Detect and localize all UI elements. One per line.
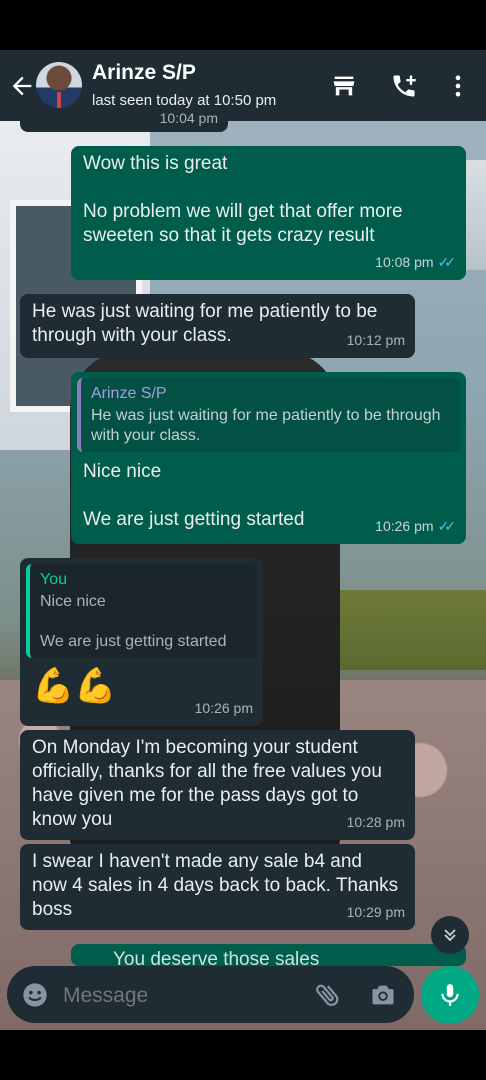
quoted-sender: You [40, 571, 67, 588]
emoji-icon[interactable] [21, 981, 49, 1009]
message-bubble-partial[interactable]: 10:04 pm [20, 108, 228, 132]
store-icon[interactable] [330, 72, 358, 100]
attach-icon[interactable] [313, 980, 343, 1010]
message-input[interactable] [61, 978, 295, 1014]
message-meta: 10:26 pm ✓✓ [375, 514, 456, 538]
chevron-double-down-icon [444, 929, 456, 942]
message-bubble-incoming[interactable]: On Monday I'm becoming your student offi… [20, 730, 415, 840]
voice-record-button[interactable] [421, 966, 479, 1024]
message-text: Nice nice [83, 461, 162, 482]
message-time: 10:04 pm [159, 110, 218, 126]
quoted-message[interactable]: You Nice nice We are just getting starte… [26, 564, 257, 658]
message-time: 10:26 pm [375, 518, 434, 534]
message-bubble-outgoing-reply[interactable]: Arinze S/P He was just waiting for me pa… [71, 372, 466, 544]
last-seen-status[interactable]: last seen today at 10:50 pm [92, 92, 276, 109]
quoted-text: He was just waiting for me patiently to … [91, 407, 441, 444]
message-bubble-incoming-reply[interactable]: You Nice nice We are just getting starte… [20, 558, 263, 726]
quoted-sender: Arinze S/P [91, 385, 167, 402]
message-composer [7, 966, 414, 1023]
message-text: You deserve those sales [113, 949, 320, 966]
message-meta: 10:08 pm ✓✓ [375, 250, 456, 274]
navigation-bar-area [0, 1030, 486, 1080]
message-time: 10:12 pm [346, 332, 405, 348]
message-bubble-incoming[interactable]: He was just waiting for me patiently to … [20, 294, 415, 358]
contact-name[interactable]: Arinze S/P [92, 61, 196, 85]
quoted-message[interactable]: Arinze S/P He was just waiting for me pa… [77, 378, 460, 452]
more-vert-icon[interactable] [444, 72, 472, 100]
quoted-text: We are just getting started [40, 633, 227, 650]
message-text: Wow this is great [83, 153, 228, 174]
status-bar-area [0, 0, 486, 50]
message-bubble-partial[interactable]: You deserve those sales [71, 944, 466, 966]
message-bubble-outgoing[interactable]: Wow this is great No problem we will get… [71, 146, 466, 280]
camera-icon[interactable] [369, 981, 397, 1009]
message-bubble-incoming[interactable]: I swear I haven't made any sale b4 and n… [20, 844, 415, 930]
back-arrow-icon[interactable] [8, 72, 36, 100]
message-time: 10:29 pm [346, 904, 405, 920]
message-time: 10:26 pm [194, 700, 253, 716]
avatar[interactable] [36, 62, 82, 108]
message-time: 10:28 pm [346, 814, 405, 830]
mic-icon [441, 984, 459, 1006]
message-time: 10:08 pm [375, 254, 434, 270]
read-ticks-icon: ✓✓ [437, 518, 457, 534]
call-add-icon[interactable] [390, 72, 418, 100]
read-ticks-icon: ✓✓ [437, 254, 457, 270]
scroll-to-bottom-button[interactable] [431, 916, 469, 954]
quoted-text: Nice nice [40, 593, 106, 610]
message-text: No problem we will get that offer more s… [83, 201, 403, 246]
